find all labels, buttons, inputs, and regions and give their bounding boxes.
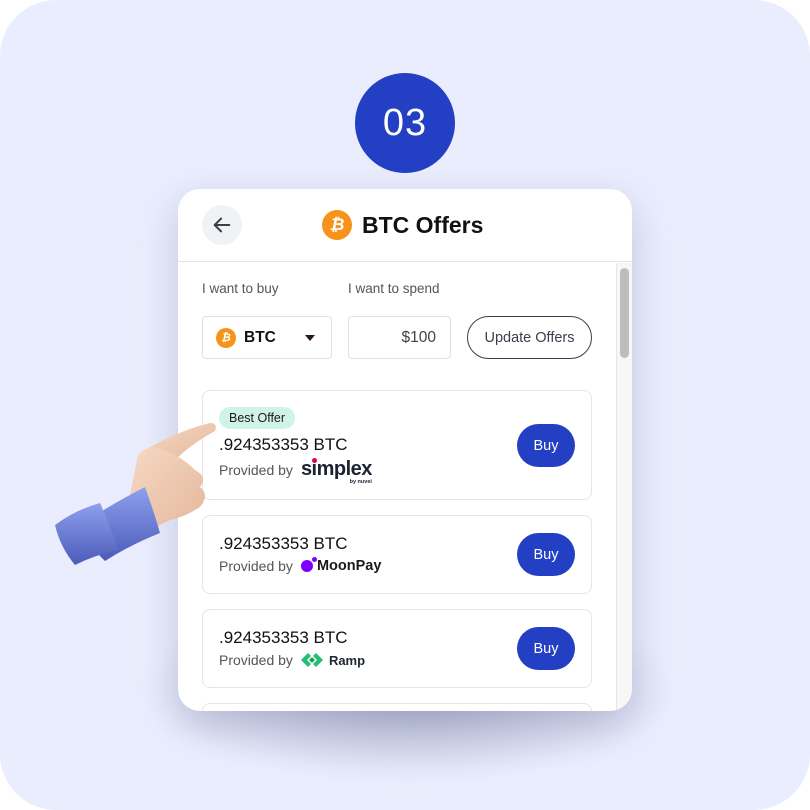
scrollbar[interactable] xyxy=(616,263,632,711)
arrow-left-icon xyxy=(213,217,231,233)
provided-by: Provided by simplex by nuvei xyxy=(219,458,372,485)
bitcoin-icon: ₿ xyxy=(322,210,352,240)
title-group: ₿ BTC Offers xyxy=(322,209,483,241)
ramp-logo: Ramp xyxy=(300,652,366,668)
back-button[interactable] xyxy=(202,205,242,245)
offer-amount: .924353353 BTC xyxy=(219,534,348,553)
provided-by-label: Provided by xyxy=(219,558,293,574)
scrollbar-thumb[interactable] xyxy=(620,268,629,358)
spend-amount-input[interactable]: $100 xyxy=(348,316,451,359)
caret-down-icon xyxy=(305,335,315,341)
provided-by: Provided by Ramp xyxy=(219,652,365,668)
moonpay-icon xyxy=(300,557,317,572)
buy-button[interactable]: Buy xyxy=(517,627,575,670)
provided-by-label: Provided by xyxy=(219,461,293,478)
spend-label: I want to spend xyxy=(348,281,440,296)
offer-card: Best Offer .924353353 BTC Provided by si… xyxy=(202,390,592,500)
buy-label: I want to buy xyxy=(202,281,279,296)
bitcoin-icon: ₿ xyxy=(216,327,236,348)
provider-name: MoonPay xyxy=(316,558,382,574)
offer-amount: .924353353 BTC xyxy=(219,628,348,647)
pointing-hand-icon xyxy=(55,423,216,565)
offer-card-partial xyxy=(202,703,592,711)
offer-card: .924353353 BTC Provided by MoonPay Buy xyxy=(202,515,592,594)
moonpay-logo: MoonPay xyxy=(300,557,382,574)
offer-card: .924353353 BTC Provided by Ramp Buy xyxy=(202,609,592,688)
offer-amount: .924353353 BTC xyxy=(219,435,348,454)
step-number-badge: 03 xyxy=(355,73,455,173)
crypto-select-value: BTC xyxy=(244,328,276,346)
provided-by-label: Provided by xyxy=(219,652,293,668)
provided-by: Provided by MoonPay xyxy=(219,557,382,574)
provider-name: Ramp xyxy=(328,652,366,668)
provider-sub: by nuvei xyxy=(349,479,372,485)
page-title: BTC Offers xyxy=(362,211,484,238)
buy-button[interactable]: Buy xyxy=(517,533,575,576)
update-offers-button[interactable]: Update Offers xyxy=(467,316,592,359)
offers-panel: ₿ BTC Offers I want to buy I want to spe… xyxy=(178,189,632,711)
offers-scroll-area: I want to buy I want to spend ₿ BTC $100… xyxy=(178,263,632,711)
simplex-logo: simplex by nuvei xyxy=(301,458,372,485)
crypto-select[interactable]: ₿ BTC xyxy=(202,316,332,359)
ramp-icon xyxy=(300,653,323,667)
panel-header: ₿ BTC Offers xyxy=(178,189,632,262)
best-offer-badge: Best Offer xyxy=(219,407,296,429)
buy-button[interactable]: Buy xyxy=(517,424,575,467)
